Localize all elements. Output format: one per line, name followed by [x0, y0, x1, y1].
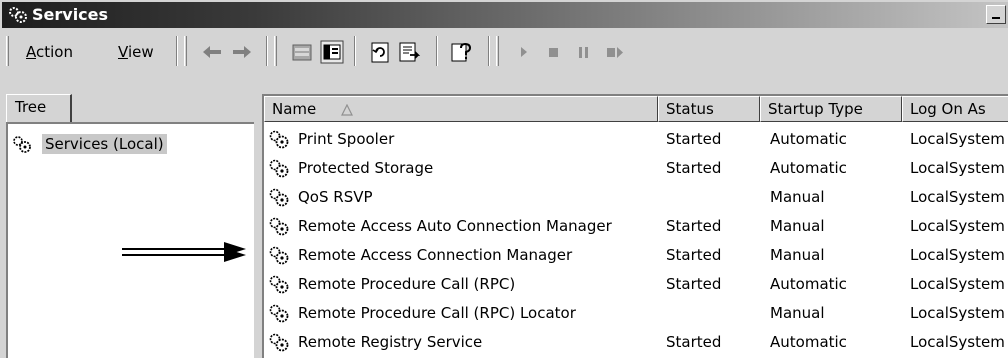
export-list-icon[interactable]: [398, 40, 422, 64]
gear-icon: [269, 188, 289, 207]
service-status: Started: [666, 159, 722, 177]
refresh-icon[interactable]: [368, 40, 392, 64]
service-name: Print Spooler: [298, 130, 395, 148]
gear-icon: [269, 246, 289, 265]
back-arrow-icon[interactable]: [200, 40, 224, 64]
action-menu[interactable]: Action: [26, 43, 73, 61]
service-name: Remote Access Connection Manager: [298, 246, 573, 264]
annotation-arrow-icon: [122, 248, 246, 262]
sort-ascending-icon: [341, 104, 353, 116]
column-header-status[interactable]: Status: [658, 96, 760, 122]
services-window: Services Action View Tree Services (Loca…: [0, 0, 1008, 358]
column-header-label: Log On As: [910, 100, 986, 118]
service-startup-type: Manual: [770, 246, 825, 264]
pause-icon[interactable]: [572, 40, 596, 64]
service-log-on-as: LocalSystem: [910, 159, 1005, 177]
window-title: Services: [32, 5, 109, 24]
service-log-on-as: LocalSystem: [910, 188, 1005, 206]
gear-icon: [13, 136, 31, 153]
service-status: Started: [666, 246, 722, 264]
tree-item-label: Services (Local): [42, 134, 167, 154]
column-header-label: Status: [666, 100, 714, 118]
gear-icon: [269, 333, 289, 352]
table-row[interactable]: QoS RSVP Manual LocalSystem: [264, 184, 1008, 213]
service-startup-type: Automatic: [770, 159, 847, 177]
toolbar-separator: [266, 36, 268, 66]
view-menu-label: iew: [127, 43, 154, 61]
console-tree-icon[interactable]: [320, 40, 344, 64]
service-status: Started: [666, 130, 722, 148]
table-row[interactable]: Remote Access Auto Connection Manager Sta…: [264, 213, 1008, 242]
service-log-on-as: LocalSystem: [910, 130, 1005, 148]
service-log-on-as: LocalSystem: [910, 275, 1005, 293]
stop-icon[interactable]: [542, 40, 566, 64]
gear-icon: [269, 275, 289, 294]
service-name: Remote Registry Service: [298, 333, 483, 351]
service-log-on-as: LocalSystem: [910, 246, 1005, 264]
service-startup-type: Automatic: [770, 333, 847, 351]
table-row[interactable]: Remote Registry Service Started Automatic L…: [264, 329, 1008, 358]
tab-tree[interactable]: Tree: [6, 94, 72, 122]
table-row[interactable]: Remote Access Connection Manager Started M…: [264, 242, 1008, 271]
table-row[interactable]: Remote Procedure Call (RPC) Started Automa…: [264, 271, 1008, 300]
restart-icon[interactable]: [604, 40, 628, 64]
services-icon: [9, 7, 27, 23]
action-menu-mnemonic: A: [26, 43, 36, 61]
toolbar: Action View: [0, 30, 1008, 74]
service-log-on-as: LocalSystem: [910, 333, 1005, 351]
toolbar-grip[interactable]: [496, 36, 499, 66]
service-startup-type: Manual: [770, 217, 825, 235]
help-icon[interactable]: [450, 40, 474, 64]
title-bar[interactable]: Services: [2, 2, 1008, 28]
service-log-on-as: LocalSystem: [910, 304, 1005, 322]
forward-arrow-icon[interactable]: [230, 40, 254, 64]
toolbar-separator: [436, 36, 438, 66]
column-header-startup-type[interactable]: Startup Type: [760, 96, 902, 122]
service-name: Remote Access Auto Connection Manager: [298, 217, 612, 235]
service-name: Protected Storage: [298, 159, 434, 177]
gear-icon: [269, 130, 289, 149]
gear-icon: [269, 304, 289, 323]
toolbar-grip[interactable]: [6, 36, 9, 66]
service-status: Started: [666, 333, 722, 351]
services-list: Name Status Startup Type Log On As Print…: [262, 94, 1008, 358]
service-status: Started: [666, 275, 722, 293]
toolbar-separator: [488, 36, 490, 66]
view-menu[interactable]: View: [118, 43, 154, 61]
column-header-label: Name: [272, 100, 317, 118]
column-header-log-on-as[interactable]: Log On As: [902, 96, 1008, 122]
service-status: Started: [666, 217, 722, 235]
toolbar-grip[interactable]: [274, 36, 277, 66]
column-header-label: Startup Type: [768, 100, 863, 118]
table-row[interactable]: Protected Storage Started Automatic LocalSy…: [264, 155, 1008, 184]
table-row[interactable]: Print Spooler Started Automatic LocalSystem: [264, 126, 1008, 155]
play-icon[interactable]: [512, 40, 536, 64]
minimize-button[interactable]: [986, 5, 1006, 24]
view-menu-mnemonic: V: [118, 43, 128, 61]
toolbar-separator: [354, 36, 356, 66]
gear-icon: [269, 217, 289, 236]
service-name: QoS RSVP: [298, 188, 373, 206]
gear-icon: [269, 159, 289, 178]
action-menu-label: ction: [36, 43, 73, 61]
service-startup-type: Manual: [770, 188, 825, 206]
service-startup-type: Automatic: [770, 130, 847, 148]
service-startup-type: Automatic: [770, 275, 847, 293]
folder-icon[interactable]: [290, 40, 314, 64]
table-row[interactable]: Remote Procedure Call (RPC) Locator Manua…: [264, 300, 1008, 329]
service-name: Remote Procedure Call (RPC): [298, 275, 516, 293]
column-header-name[interactable]: Name: [264, 96, 658, 122]
toolbar-grip[interactable]: [184, 36, 187, 66]
service-log-on-as: LocalSystem: [910, 217, 1005, 235]
service-name: Remote Procedure Call (RPC) Locator: [298, 304, 576, 322]
service-startup-type: Manual: [770, 304, 825, 322]
toolbar-separator: [176, 36, 178, 66]
tab-tree-label: Tree: [15, 98, 47, 116]
